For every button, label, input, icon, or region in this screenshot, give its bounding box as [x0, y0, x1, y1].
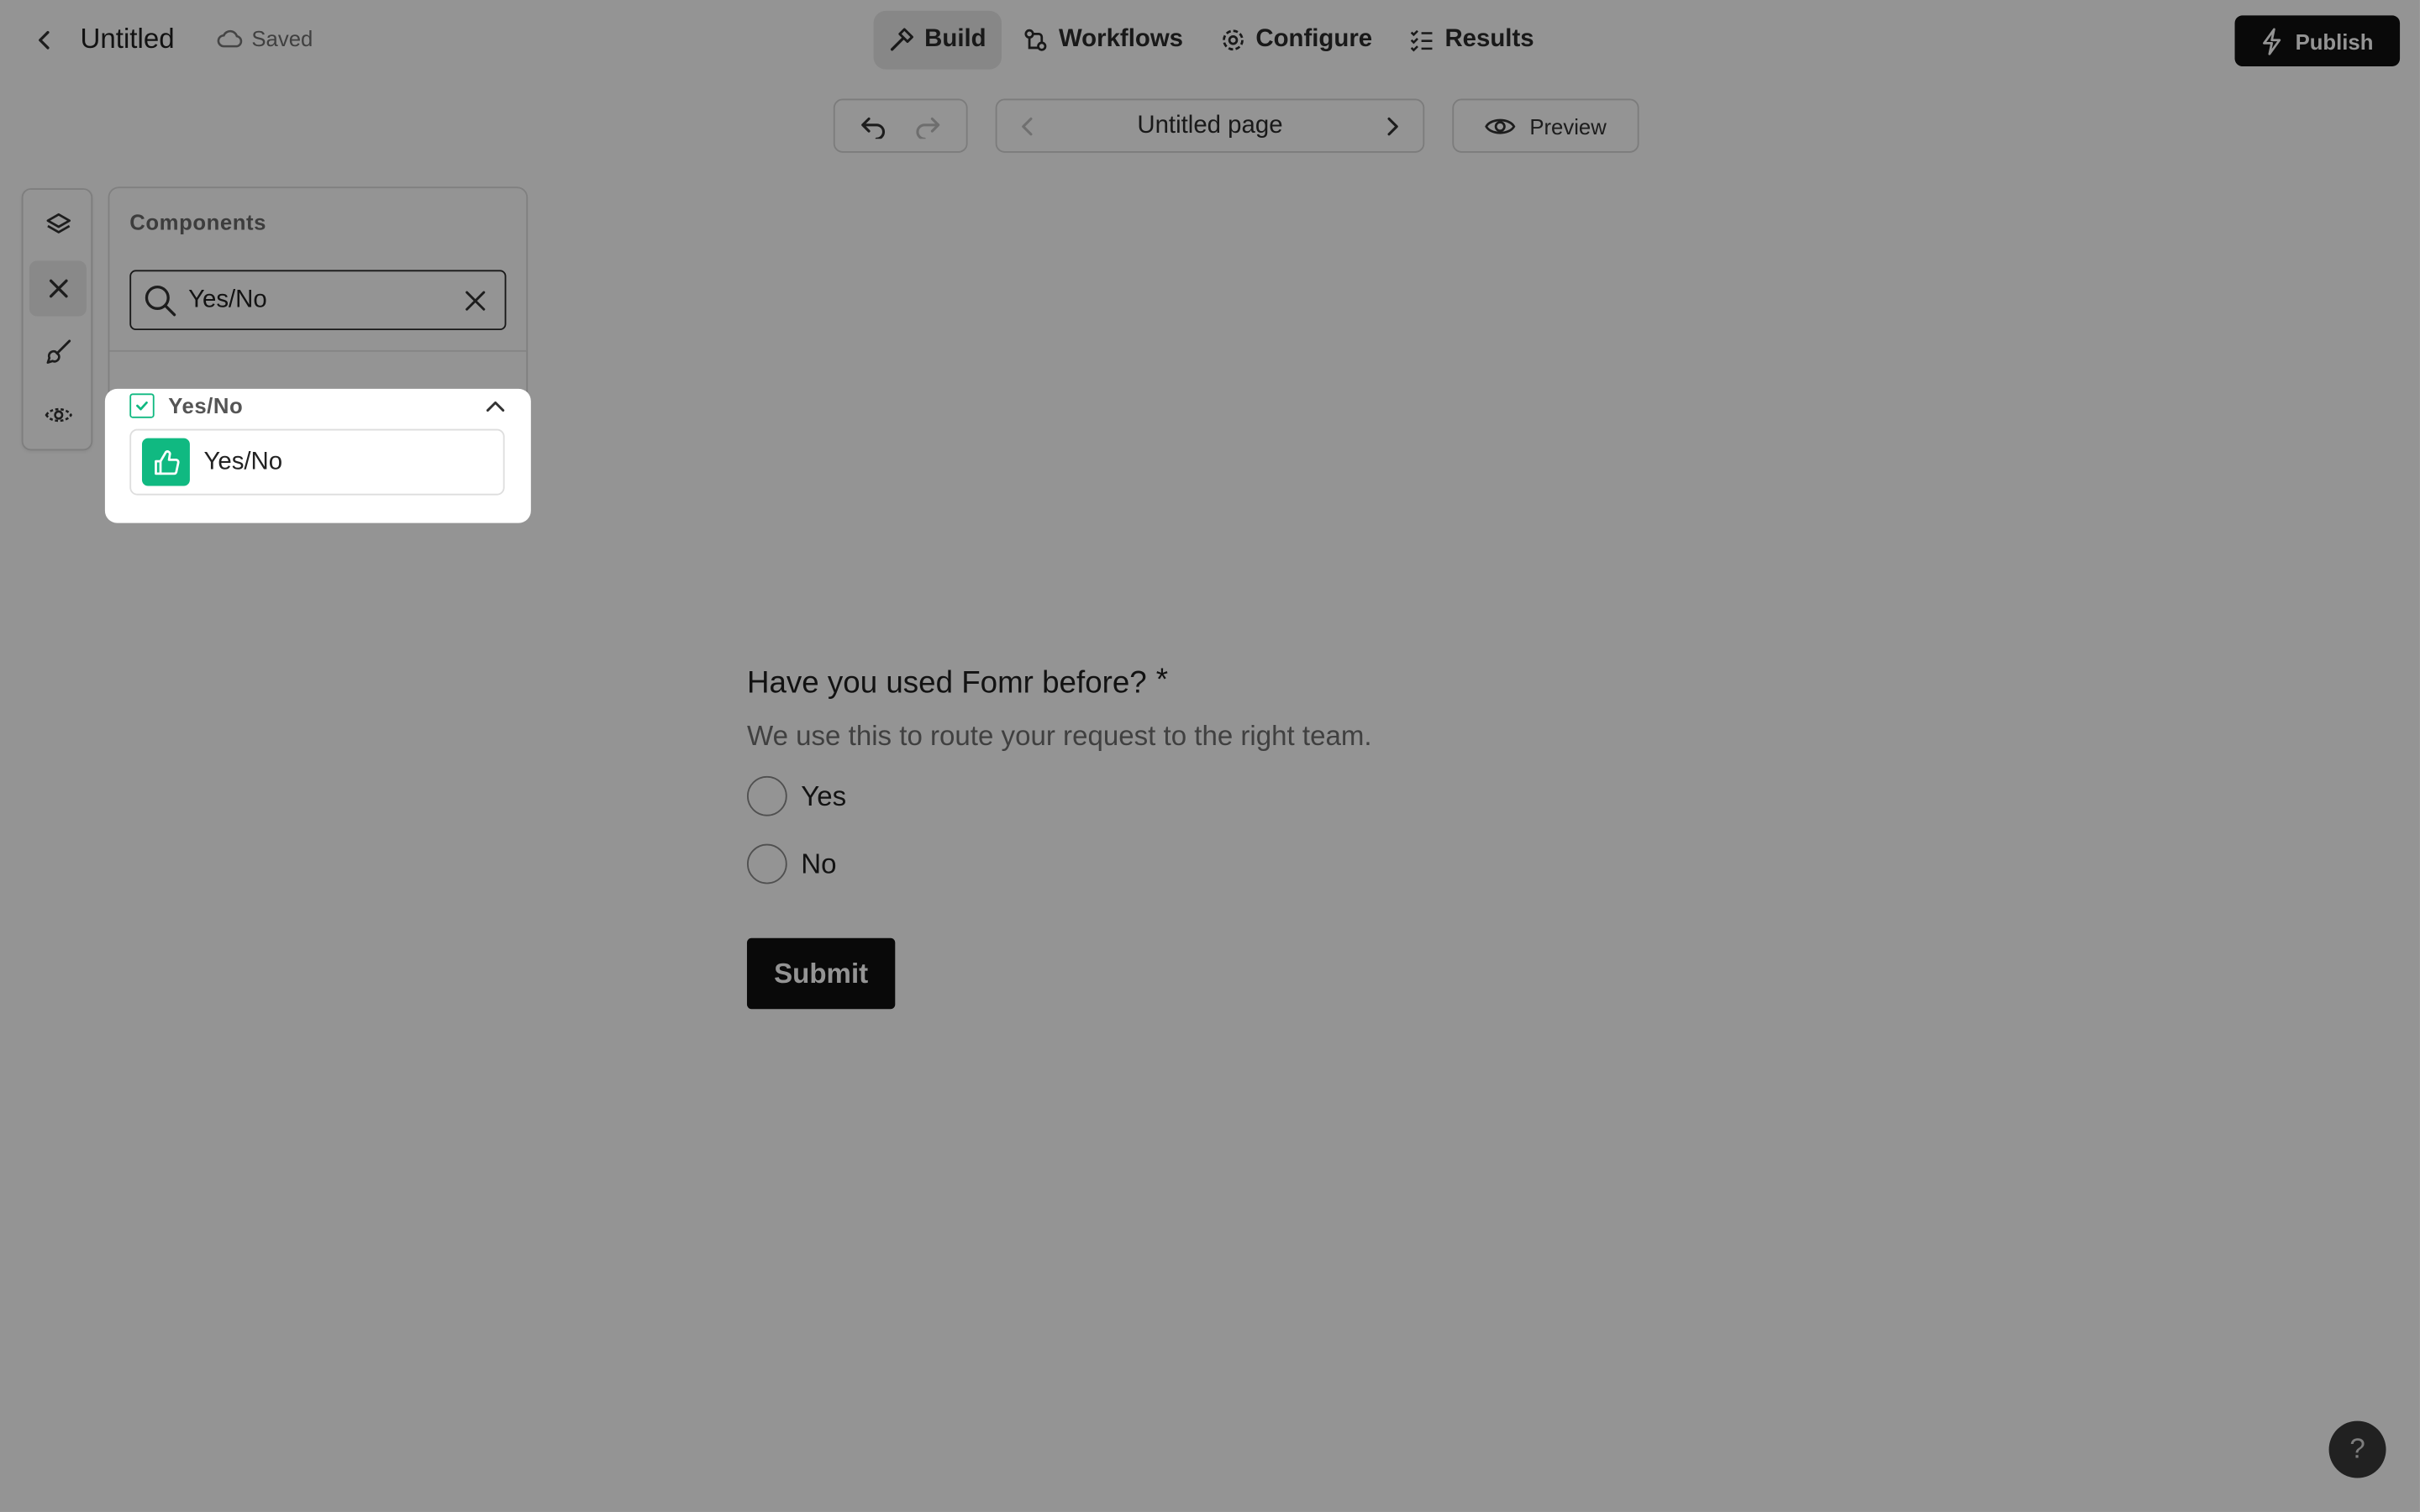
chevron-up-icon	[481, 392, 509, 420]
form-builder-app: Untitled Saved Build Workflows Configure…	[0, 0, 2420, 1512]
component-item-yes-no[interactable]: Yes/No	[129, 428, 505, 496]
dim-overlay	[0, 0, 2420, 1512]
thumbs-up-icon	[141, 438, 190, 486]
component-group-label: Yes/No	[168, 393, 244, 418]
checkbox-icon	[129, 393, 155, 418]
highlighted-component-group: Yes/No Yes/No	[104, 388, 531, 523]
component-group-header[interactable]: Yes/No	[129, 389, 509, 423]
component-item-label: Yes/No	[203, 448, 283, 475]
